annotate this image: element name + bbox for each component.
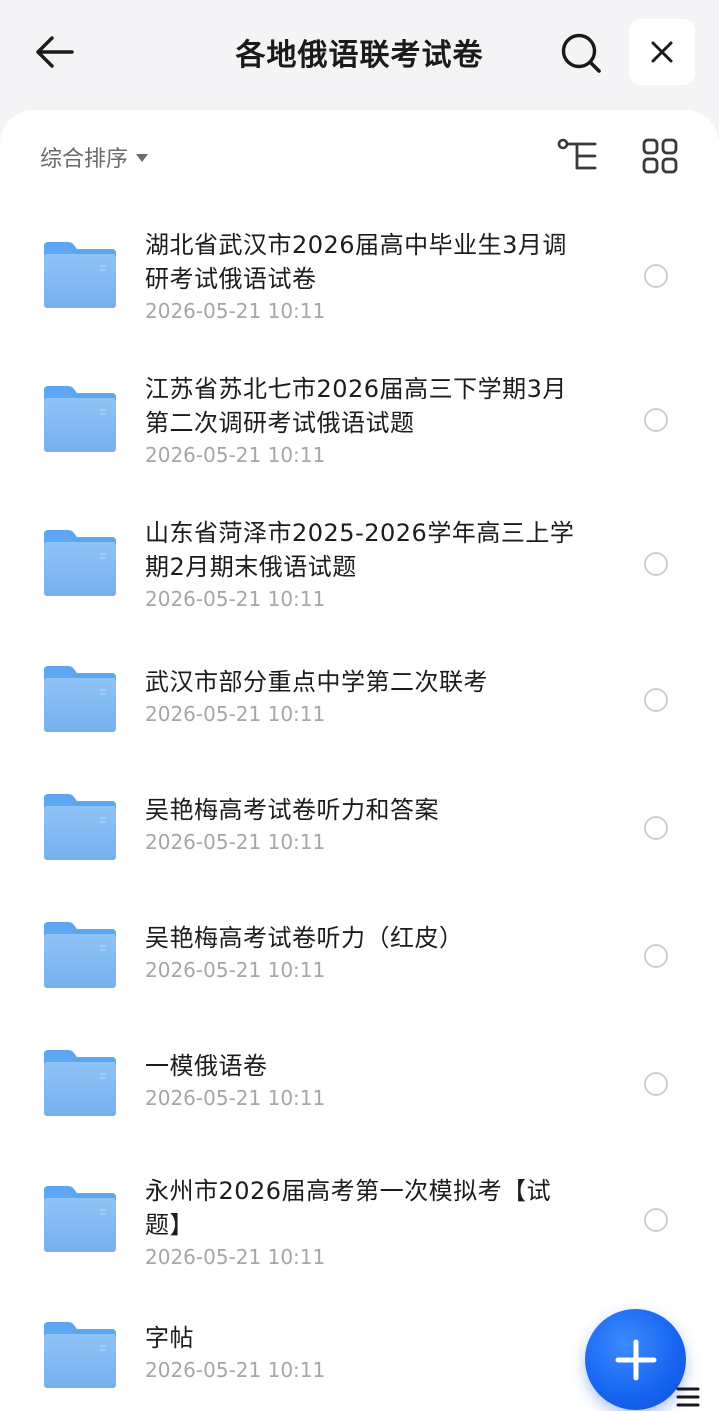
folder-name: 吴艳梅高考试卷听力和答案 bbox=[145, 796, 439, 824]
folder-name: 一模俄语卷 bbox=[145, 1052, 268, 1080]
folder-date: 2026-05-21 10:11 bbox=[145, 587, 326, 611]
select-radio[interactable] bbox=[644, 264, 668, 288]
list-item-text: 江苏省苏北七市2026届高三下学期3月第二次调研考试俄语试题 2026-05-21… bbox=[145, 372, 585, 470]
folder-name: 武汉市部分重点中学第二次联考 bbox=[145, 668, 488, 696]
menu-icon[interactable] bbox=[676, 1386, 700, 1408]
list-item-text: 一模俄语卷 2026-05-21 10:11 bbox=[145, 1049, 585, 1113]
grid-view-button[interactable] bbox=[640, 136, 680, 176]
folder-name: 永州市2026届高考第一次模拟考【试题】 bbox=[145, 1177, 552, 1239]
folder-icon bbox=[44, 386, 116, 452]
select-radio[interactable] bbox=[644, 408, 668, 432]
folder-icon bbox=[44, 922, 116, 988]
folder-icon bbox=[44, 794, 116, 860]
list-item-text: 山东省菏泽市2025-2026学年高三上学期2月期末俄语试题 2026-05-21… bbox=[145, 516, 585, 614]
close-button[interactable] bbox=[629, 19, 695, 85]
folder-icon bbox=[44, 530, 116, 596]
folder-date: 2026-05-21 10:11 bbox=[145, 1245, 326, 1269]
folder-date: 2026-05-21 10:11 bbox=[145, 830, 326, 854]
folder-date: 2026-05-21 10:11 bbox=[145, 702, 326, 726]
select-radio[interactable] bbox=[644, 1072, 668, 1096]
select-radio[interactable] bbox=[644, 688, 668, 712]
tree-view-icon bbox=[557, 138, 597, 170]
folder-date: 2026-05-21 10:11 bbox=[145, 1086, 326, 1110]
select-radio[interactable] bbox=[644, 944, 668, 968]
folder-date: 2026-05-21 10:11 bbox=[145, 299, 326, 323]
folder-name: 吴艳梅高考试卷听力（红皮） bbox=[145, 924, 464, 952]
select-radio[interactable] bbox=[644, 816, 668, 840]
folder-date: 2026-05-21 10:11 bbox=[145, 1358, 326, 1382]
folder-date: 2026-05-21 10:11 bbox=[145, 958, 326, 982]
list-item-text: 字帖 2026-05-21 10:11 bbox=[145, 1321, 585, 1385]
search-icon bbox=[561, 33, 601, 73]
list-item-text: 吴艳梅高考试卷听力和答案 2026-05-21 10:11 bbox=[145, 793, 585, 857]
folder-name: 江苏省苏北七市2026届高三下学期3月第二次调研考试俄语试题 bbox=[145, 375, 567, 437]
folder-icon bbox=[44, 666, 116, 732]
list-item-text: 湖北省武汉市2026届高中毕业生3月调研考试俄语试卷 2026-05-21 10:… bbox=[145, 228, 585, 326]
plus-icon bbox=[615, 1339, 656, 1380]
close-icon bbox=[651, 41, 673, 63]
folder-name: 湖北省武汉市2026届高中毕业生3月调研考试俄语试卷 bbox=[145, 231, 567, 293]
search-button[interactable] bbox=[554, 26, 608, 80]
add-button[interactable] bbox=[585, 1309, 686, 1410]
select-radio[interactable] bbox=[644, 1208, 668, 1232]
tree-view-button[interactable] bbox=[556, 136, 600, 176]
list-item-text: 武汉市部分重点中学第二次联考 2026-05-21 10:11 bbox=[145, 665, 585, 729]
folder-icon bbox=[44, 242, 116, 308]
sort-label: 综合排序 bbox=[40, 147, 129, 172]
page-title: 各地俄语联考试卷 bbox=[235, 38, 484, 73]
grid-view-icon bbox=[642, 138, 678, 174]
top-bar: 各地俄语联考试卷 bbox=[0, 0, 719, 108]
caret-down-icon bbox=[136, 154, 149, 162]
list-item-text: 永州市2026届高考第一次模拟考【试题】 2026-05-21 10:11 bbox=[145, 1174, 585, 1272]
folder-date: 2026-05-21 10:11 bbox=[145, 443, 326, 467]
list-item-text: 吴艳梅高考试卷听力（红皮） 2026-05-21 10:11 bbox=[145, 921, 585, 985]
select-radio[interactable] bbox=[644, 552, 668, 576]
sort-dropdown[interactable]: 综合排序 bbox=[40, 140, 149, 174]
folder-icon bbox=[44, 1050, 116, 1116]
folder-name: 山东省菏泽市2025-2026学年高三上学期2月期末俄语试题 bbox=[145, 519, 575, 581]
folder-icon bbox=[44, 1186, 116, 1252]
folder-icon bbox=[44, 1322, 116, 1388]
folder-name: 字帖 bbox=[145, 1324, 194, 1352]
